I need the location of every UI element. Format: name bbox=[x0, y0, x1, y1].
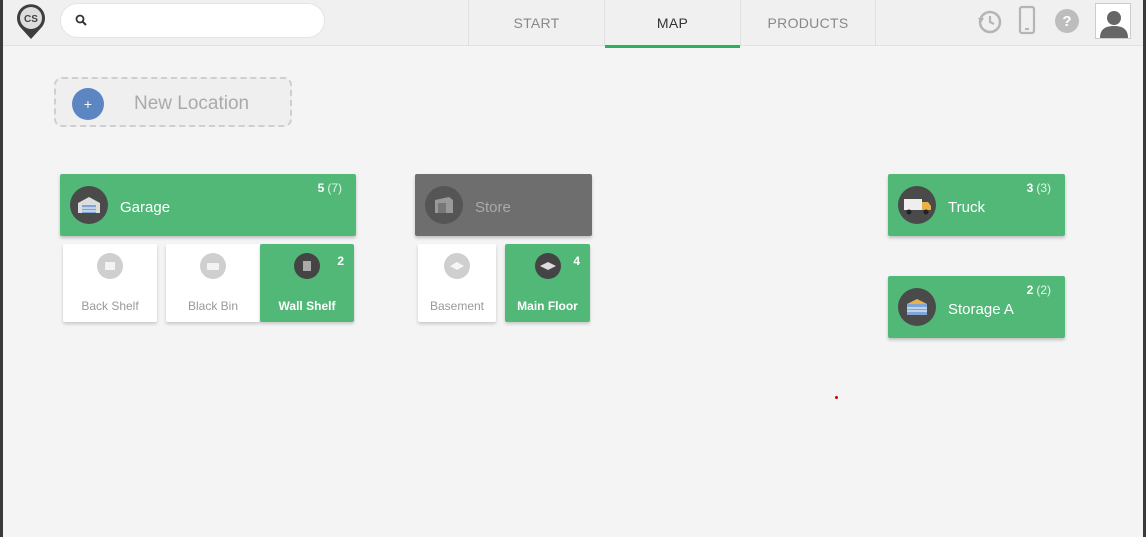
top-bar: CS START MAP PRODUCTS ? bbox=[3, 0, 1143, 48]
search-input[interactable] bbox=[95, 11, 315, 31]
location-count: 5 (7) bbox=[317, 181, 342, 195]
help-icon[interactable]: ? bbox=[1054, 8, 1080, 34]
tab-start[interactable]: START bbox=[468, 0, 604, 46]
sublocation-count: 4 bbox=[573, 254, 580, 268]
new-location-label: New Location bbox=[134, 93, 250, 114]
phone-icon[interactable] bbox=[1018, 5, 1036, 35]
location-name: Store bbox=[475, 199, 511, 216]
location-card-truck[interactable]: Truck 3 (3) bbox=[888, 174, 1065, 236]
search-icon bbox=[75, 14, 87, 26]
sublocation-name: Black Bin bbox=[187, 299, 239, 313]
sublocation-name: Wall Shelf bbox=[278, 299, 336, 313]
shelf-icon bbox=[97, 253, 123, 279]
sublocation-card-main-floor[interactable]: 4 Main Floor bbox=[505, 244, 590, 322]
location-name: Storage A bbox=[948, 301, 1014, 318]
tab-products[interactable]: PRODUCTS bbox=[740, 0, 876, 46]
main-tabs: START MAP PRODUCTS bbox=[468, 0, 876, 48]
location-name: Truck bbox=[948, 199, 985, 216]
location-count: 2 (2) bbox=[1026, 283, 1051, 297]
sublocation-count: 2 bbox=[337, 254, 344, 268]
sublocation-name: Basement bbox=[429, 299, 485, 313]
app-logo[interactable]: CS bbox=[15, 4, 47, 40]
truck-icon bbox=[898, 186, 936, 224]
main-floor-icon bbox=[535, 253, 561, 279]
history-icon[interactable] bbox=[975, 6, 1003, 36]
user-icon bbox=[1100, 11, 1128, 38]
location-card-storage-a[interactable]: Storage A 2 (2) bbox=[888, 276, 1065, 338]
sublocation-name: Main Floor bbox=[517, 299, 578, 313]
basement-icon bbox=[444, 253, 470, 279]
cursor-dot bbox=[835, 396, 838, 399]
sublocation-card-basement[interactable]: Basement bbox=[418, 244, 496, 322]
wall-shelf-icon bbox=[294, 253, 320, 279]
tab-map[interactable]: MAP bbox=[604, 0, 740, 48]
svg-text:?: ? bbox=[1062, 13, 1071, 30]
location-card-store[interactable]: Store bbox=[415, 174, 592, 236]
user-avatar[interactable] bbox=[1095, 3, 1131, 39]
bin-icon bbox=[200, 253, 226, 279]
location-name: Garage bbox=[120, 199, 171, 216]
store-icon bbox=[425, 186, 463, 224]
location-map: + New Location Garage 5 (7) Back Shelf Bl… bbox=[3, 47, 1143, 537]
garage-icon bbox=[70, 186, 108, 224]
new-location-button[interactable]: + New Location bbox=[54, 77, 292, 127]
sublocation-card-wall-shelf[interactable]: 2 Wall Shelf bbox=[260, 244, 354, 322]
sublocation-card-black-bin[interactable]: Black Bin bbox=[166, 244, 260, 322]
plus-icon: + bbox=[72, 88, 104, 120]
warehouse-icon bbox=[898, 288, 936, 326]
location-count: 3 (3) bbox=[1026, 181, 1051, 195]
sublocation-name: Back Shelf bbox=[81, 299, 139, 313]
sublocation-card-back-shelf[interactable]: Back Shelf bbox=[63, 244, 157, 322]
search-box[interactable] bbox=[60, 3, 325, 38]
location-card-garage[interactable]: Garage 5 (7) bbox=[60, 174, 356, 236]
logo-text: CS bbox=[24, 14, 38, 25]
